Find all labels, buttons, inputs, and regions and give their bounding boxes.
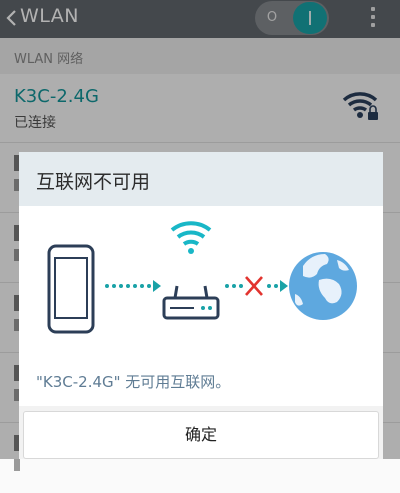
dialog-message: "K3C-2.4G" 无可用互联网。: [36, 373, 231, 391]
dialog-title: 互联网不可用: [36, 171, 151, 193]
confirm-button[interactable]: 确定: [23, 411, 379, 459]
phone-icon: [47, 244, 95, 334]
internet-unavailable-dialog: 互联网不可用 "K3C-2.4G" 无可用互联网。 确定: [19, 152, 383, 459]
dialog-actions: 确定: [19, 406, 383, 459]
globe-icon: [289, 252, 357, 320]
router-icon: [162, 221, 220, 320]
error-x-icon: [245, 276, 263, 296]
connection-illustration: [47, 221, 357, 334]
dotted-arrow-icon: [105, 280, 161, 292]
dialog-header: 互联网不可用: [19, 152, 383, 206]
